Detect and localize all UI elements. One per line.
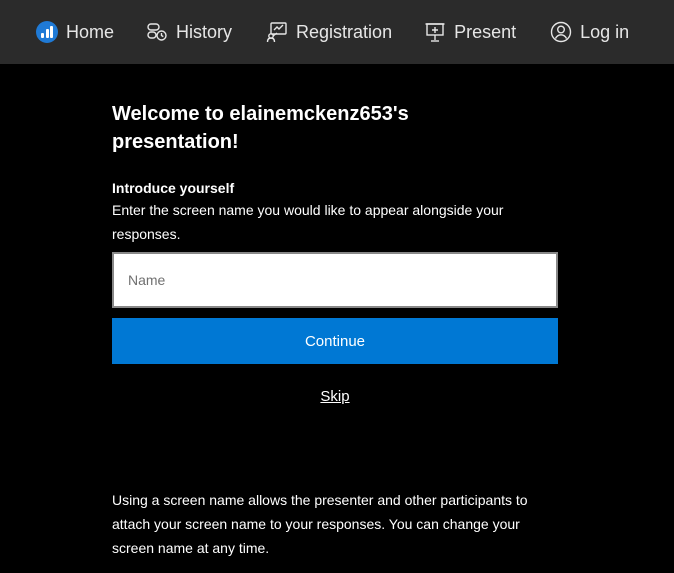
intro-heading: Introduce yourself bbox=[112, 180, 235, 196]
nav-registration[interactable]: Registration bbox=[266, 0, 392, 64]
screen-name-info: Using a screen name allows the presenter… bbox=[112, 492, 528, 556]
nav-history-label: History bbox=[176, 21, 233, 42]
nav-present-label: Present bbox=[454, 21, 517, 42]
top-nav: Home History Registration Present Log in bbox=[0, 0, 674, 64]
nav-login[interactable]: Log in bbox=[550, 0, 629, 64]
presentation-icon bbox=[424, 21, 446, 43]
nav-history[interactable]: History bbox=[146, 0, 232, 64]
continue-button[interactable]: Continue bbox=[112, 318, 558, 364]
registration-icon bbox=[266, 21, 288, 43]
page: Home History Registration Present Log in… bbox=[0, 0, 674, 573]
join-form: Welcome to elainemckenz653's presentatio… bbox=[112, 100, 562, 406]
history-icon bbox=[146, 21, 168, 43]
nav-registration-label: Registration bbox=[296, 21, 393, 42]
screen-name-input[interactable] bbox=[112, 252, 558, 308]
skip-container: Skip bbox=[112, 388, 558, 406]
bar-chart-logo-icon bbox=[36, 21, 58, 43]
nav-present[interactable]: Present bbox=[424, 0, 516, 64]
nav-home-label: Home bbox=[66, 21, 115, 42]
user-circle-icon bbox=[550, 21, 572, 43]
nav-home[interactable]: Home bbox=[36, 0, 114, 64]
welcome-title: Welcome to elainemckenz653's presentatio… bbox=[112, 103, 409, 153]
skip-link[interactable]: Skip bbox=[320, 388, 349, 405]
nav-login-label: Log in bbox=[580, 21, 630, 42]
intro-text: Enter the screen name you would like to … bbox=[112, 202, 504, 242]
